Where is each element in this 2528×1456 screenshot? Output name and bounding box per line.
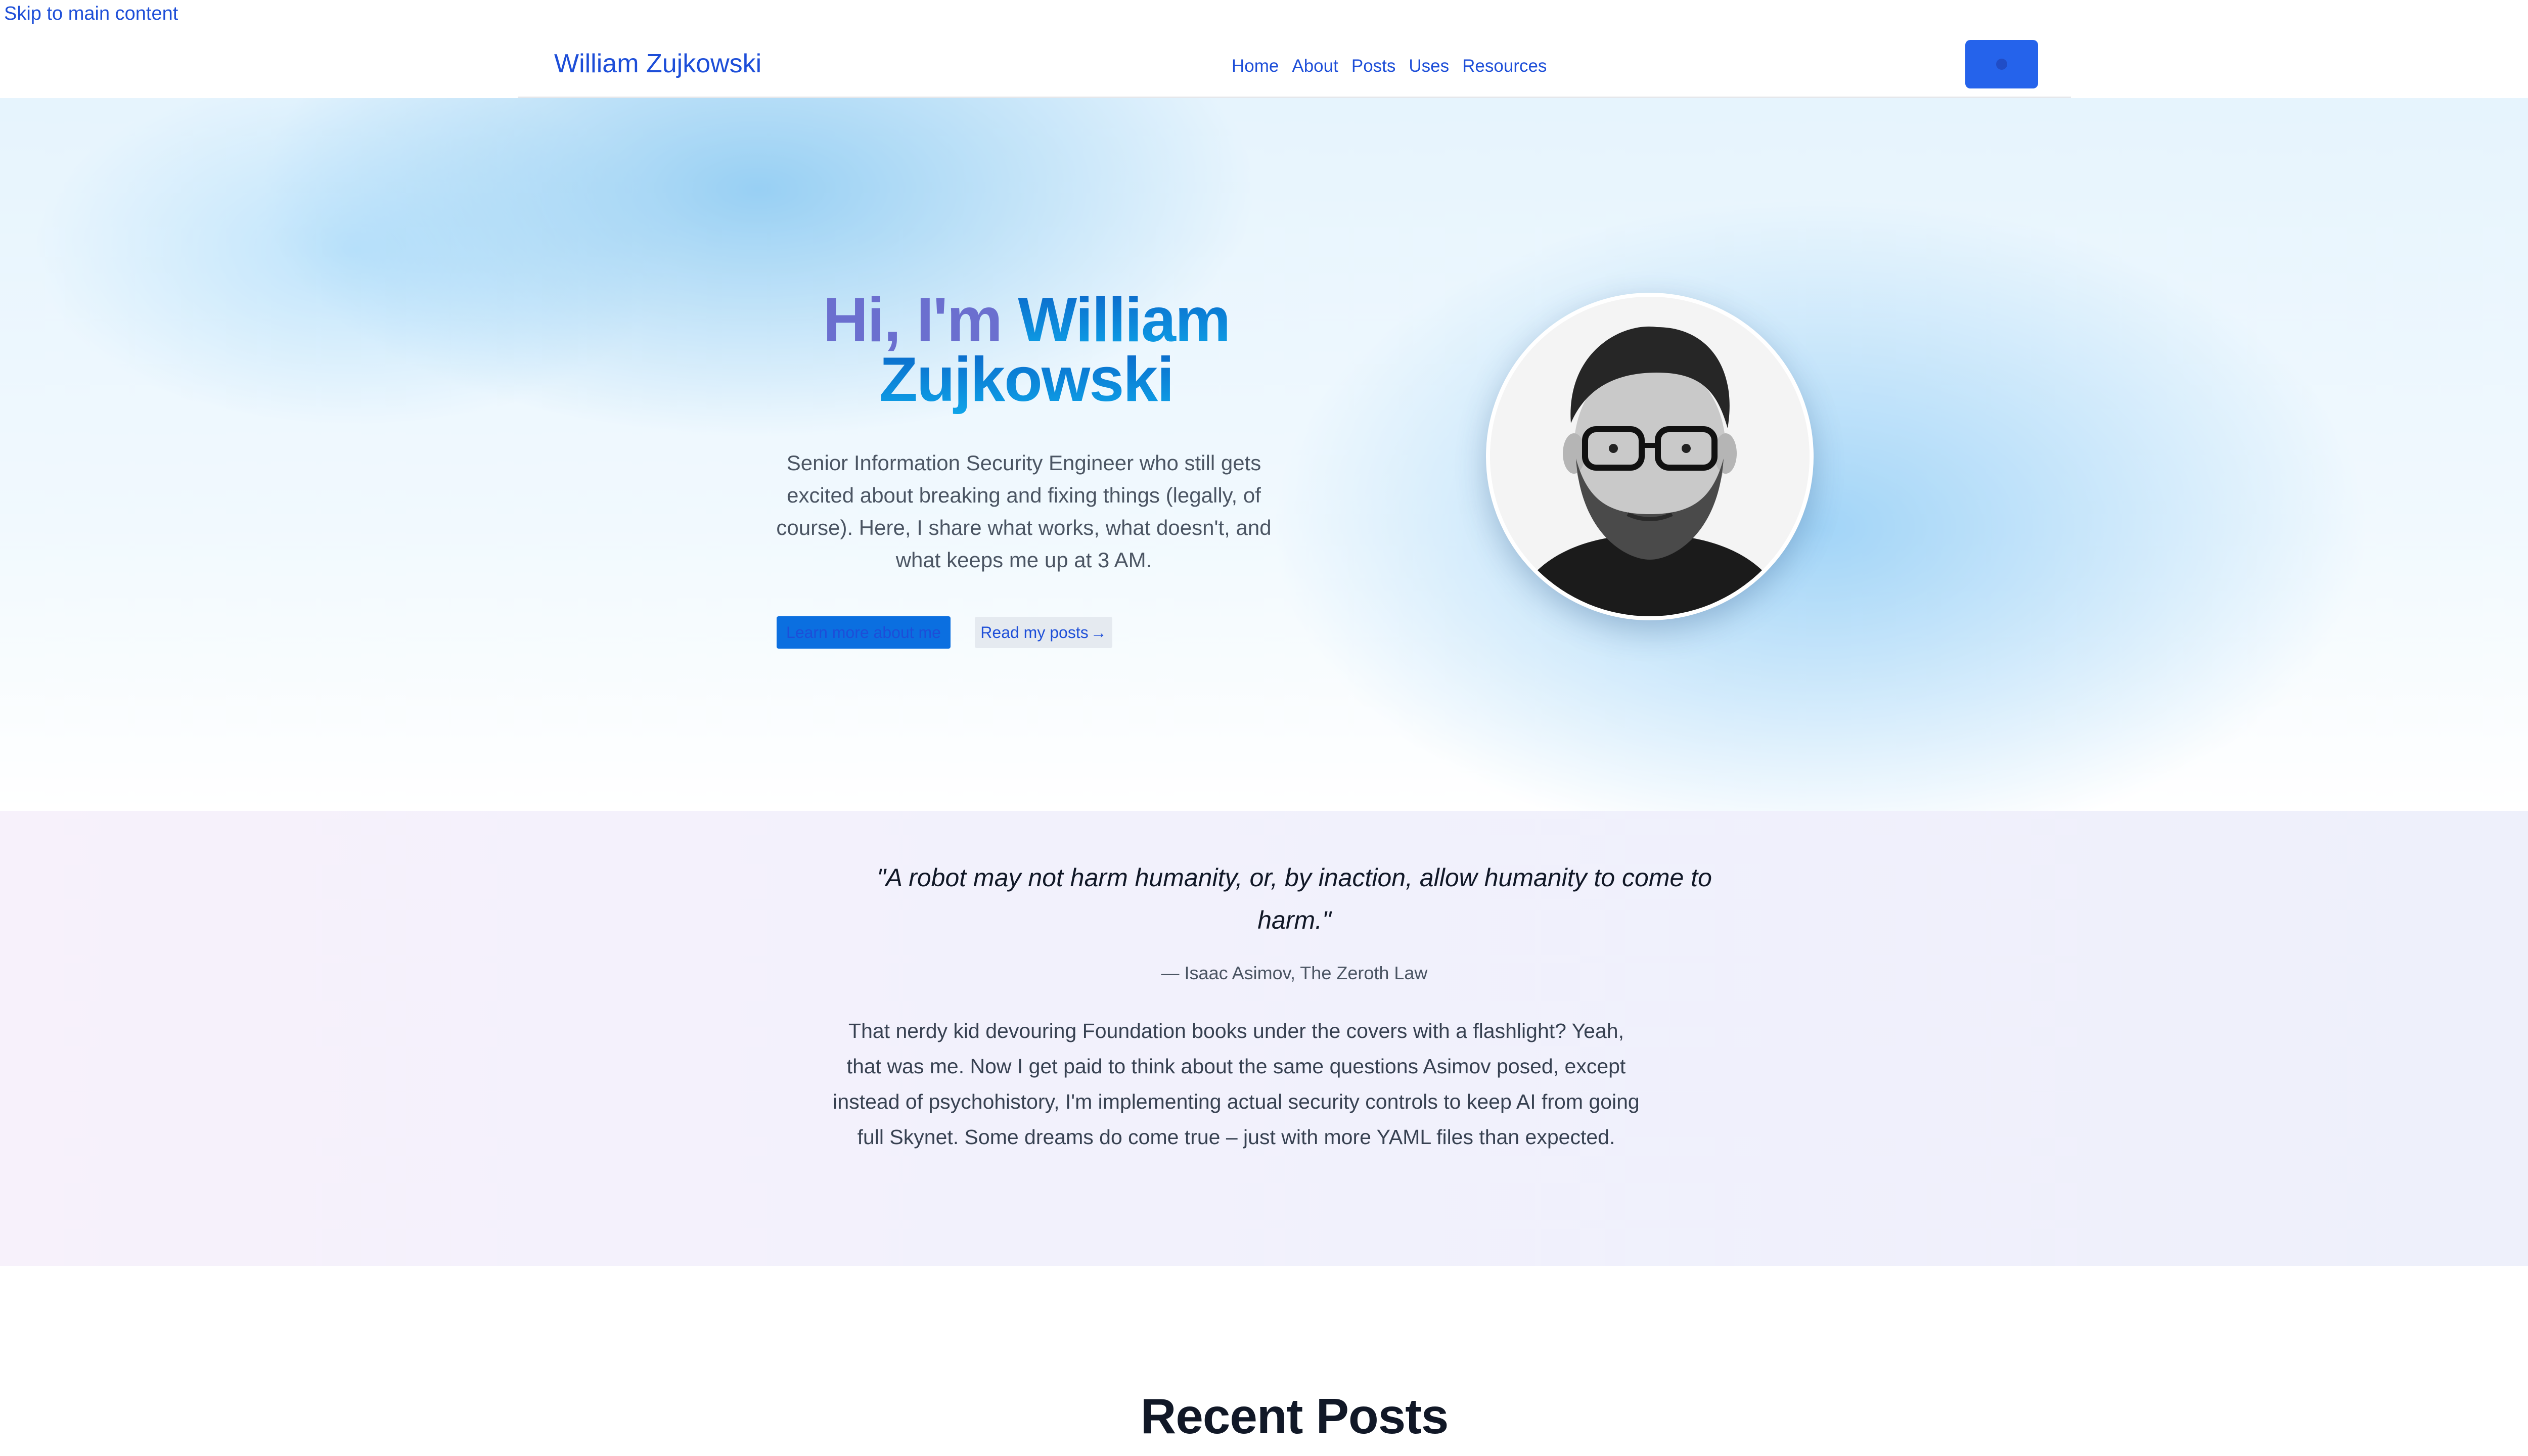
nav-uses[interactable]: Uses: [1409, 56, 1449, 76]
skip-to-content-link[interactable]: Skip to main content: [4, 3, 178, 25]
nav-home[interactable]: Home: [1232, 56, 1279, 76]
arrow-right-icon: →: [1090, 623, 1107, 642]
site-header: William Zujkowski Home About Posts Uses …: [518, 33, 2071, 98]
quote-attribution: — Isaac Asimov, The Zeroth Law: [1161, 963, 1428, 983]
site-brand-link[interactable]: William Zujkowski: [554, 49, 761, 79]
read-posts-label: Read my posts: [980, 623, 1089, 642]
hero-name-last: Zujkowski: [879, 345, 1174, 415]
asimov-quote: "A robot may not harm humanity, or, by i…: [877, 863, 1712, 934]
read-posts-button[interactable]: Read my posts →: [975, 617, 1112, 648]
hero-title: Hi, I'm William Zujkowski: [748, 289, 1304, 411]
sun-icon: [1996, 59, 2007, 70]
intro-paragraph: That nerdy kid devouring Foundation book…: [833, 1019, 1640, 1149]
theme-toggle-button[interactable]: [1965, 40, 2038, 88]
nav-about[interactable]: About: [1292, 56, 1338, 76]
recent-posts-heading: Recent Posts: [1140, 1388, 1449, 1444]
profile-avatar: [1486, 293, 1814, 620]
hero-section: Hi, I'm William Zujkowski Senior Informa…: [0, 98, 2528, 811]
main-nav: Home About Posts Uses Resources: [1232, 54, 1547, 79]
quote-section: "A robot may not harm humanity, or, by i…: [0, 811, 2528, 1266]
hero-subtitle: Senior Information Security Engineer who…: [776, 451, 1272, 572]
learn-more-button[interactable]: Learn more about me: [777, 616, 951, 649]
nav-resources[interactable]: Resources: [1462, 56, 1547, 76]
nav-posts[interactable]: Posts: [1351, 56, 1396, 76]
profile-photo: [1490, 297, 1810, 616]
